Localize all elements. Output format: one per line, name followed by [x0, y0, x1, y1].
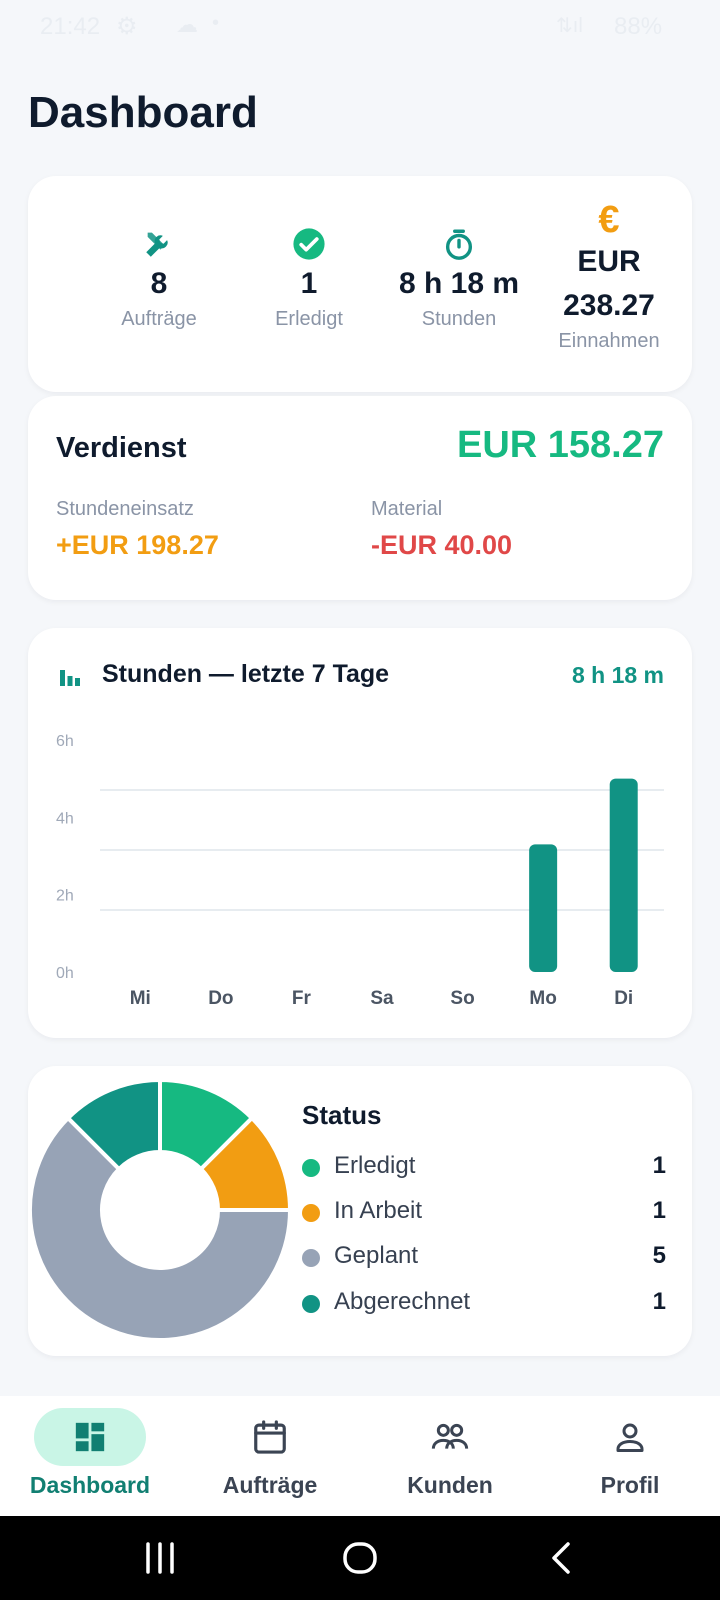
- hours-bar-chart: 6h 4h 2h 0h Mi Do Fr Sa So Mo Di: [56, 733, 664, 1009]
- legend-swatch: [302, 1249, 320, 1267]
- signal-icon: ⇅ıl: [556, 15, 583, 37]
- settings-gear-icon: ⚙: [116, 13, 138, 40]
- material-value: -EUR 40.00: [371, 530, 513, 560]
- y-tick-label: 6h: [56, 733, 74, 750]
- stopwatch-icon: [384, 224, 534, 264]
- stats-card: 8 Aufträge 1 Erledigt 8 h 18 m Stunden €…: [28, 176, 692, 392]
- hours-chart-card: Stunden — letzte 7 Tage 8 h 18 m 6h 4h 2h 0…: [28, 628, 692, 1038]
- nav-kunden[interactable]: Kunden: [360, 1396, 540, 1516]
- bottom-navigation: Dashboard Aufträge Kunden Profil: [0, 1396, 720, 1516]
- back-icon[interactable]: [546, 1536, 576, 1580]
- x-tick-label: Sa: [370, 988, 394, 1009]
- nav-auftraege[interactable]: Aufträge: [180, 1396, 360, 1516]
- people-icon: [394, 1408, 506, 1466]
- income-label: Einnahmen: [558, 330, 660, 352]
- legend-count: 1: [652, 1288, 666, 1315]
- x-tick-label: Fr: [292, 988, 312, 1009]
- stat-orders[interactable]: 8 Aufträge: [84, 224, 234, 334]
- legend-label: Erledigt: [334, 1152, 416, 1179]
- legend-label: In Arbeit: [334, 1197, 423, 1224]
- done-count: 1: [300, 267, 318, 300]
- check-circle-icon: [234, 224, 384, 264]
- recent-apps-icon[interactable]: [142, 1536, 178, 1580]
- hours-total: 8 h 18 m: [398, 267, 520, 300]
- dashboard-icon: [34, 1408, 146, 1466]
- nav-dashboard[interactable]: Dashboard: [0, 1396, 180, 1516]
- page-title: Dashboard: [28, 88, 258, 137]
- nav-label: Aufträge: [222, 1472, 318, 1498]
- bar-di[interactable]: [609, 778, 638, 972]
- legend-count: 5: [652, 1242, 666, 1269]
- hours-cost-label: Stundeneinsatz: [56, 498, 194, 520]
- notification-dot-icon: •: [212, 12, 220, 34]
- orders-label: Aufträge: [121, 308, 197, 330]
- legend-count: 1: [652, 1197, 666, 1224]
- bar-mo[interactable]: [529, 844, 558, 972]
- stat-income[interactable]: € EUR 238.27 Einnahmen: [534, 198, 684, 356]
- x-tick-label: Mo: [529, 988, 556, 1009]
- legend-swatch: [302, 1295, 320, 1313]
- hours-label: Stunden: [421, 308, 497, 330]
- euro-icon: €: [598, 198, 620, 241]
- status-title: Status: [302, 1100, 382, 1130]
- y-tick-label: 2h: [56, 888, 74, 905]
- system-navigation-bar: [0, 1516, 720, 1600]
- legend-label: Geplant: [334, 1242, 419, 1269]
- stat-hours[interactable]: 8 h 18 m Stunden: [384, 224, 534, 334]
- legend-count: 1: [652, 1152, 666, 1179]
- hours-cost-value: +EUR 198.27: [56, 530, 219, 560]
- material-label: Material: [371, 498, 443, 520]
- orders-count: 8: [150, 267, 168, 300]
- calendar-icon: [214, 1408, 326, 1466]
- home-icon[interactable]: [340, 1536, 380, 1580]
- x-tick-label: Mi: [130, 988, 151, 1009]
- stat-done[interactable]: 1 Erledigt: [234, 224, 384, 334]
- x-tick-label: Di: [614, 988, 633, 1009]
- status-bar: 21:42 ⚙ ☁ • ⇅ıl 88%: [0, 0, 720, 52]
- clock: 21:42: [40, 13, 101, 40]
- tools-icon: [84, 224, 234, 264]
- legend-item-geplant[interactable]: Geplant 5: [302, 1238, 666, 1278]
- income-amount: 238.27: [563, 289, 655, 322]
- person-icon: [574, 1408, 686, 1466]
- legend-item-erledigt[interactable]: Erledigt 1: [302, 1148, 666, 1188]
- income-currency: EUR: [577, 245, 641, 278]
- legend-label: Abgerechnet: [334, 1288, 471, 1315]
- nav-label: Dashboard: [29, 1472, 151, 1498]
- nav-label: Kunden: [407, 1472, 493, 1498]
- legend-swatch: [302, 1159, 320, 1177]
- nav-label: Profil: [600, 1472, 660, 1498]
- earnings-card[interactable]: Verdienst EUR 158.27 Stundeneinsatz +EUR…: [28, 396, 692, 600]
- x-tick-label: Do: [208, 988, 233, 1009]
- cloud-icon: ☁: [176, 12, 198, 37]
- battery-level: 88%: [614, 13, 663, 40]
- done-label: Erledigt: [275, 308, 343, 330]
- status-card: Status Erledigt 1 In Arbeit 1 Geplant 5 …: [28, 1066, 692, 1356]
- nav-profil[interactable]: Profil: [540, 1396, 720, 1516]
- x-tick-label: So: [450, 988, 474, 1009]
- y-tick-label: 4h: [56, 810, 74, 827]
- status-donut-chart: [28, 1077, 292, 1342]
- earnings-total: EUR 158.27: [456, 424, 664, 466]
- legend-swatch: [302, 1204, 320, 1222]
- y-tick-label: 0h: [56, 965, 74, 982]
- legend-item-in-arbeit[interactable]: In Arbeit 1: [302, 1193, 666, 1233]
- earnings-title: Verdienst: [56, 432, 187, 464]
- legend-item-abgerechnet[interactable]: Abgerechnet 1: [302, 1284, 666, 1324]
